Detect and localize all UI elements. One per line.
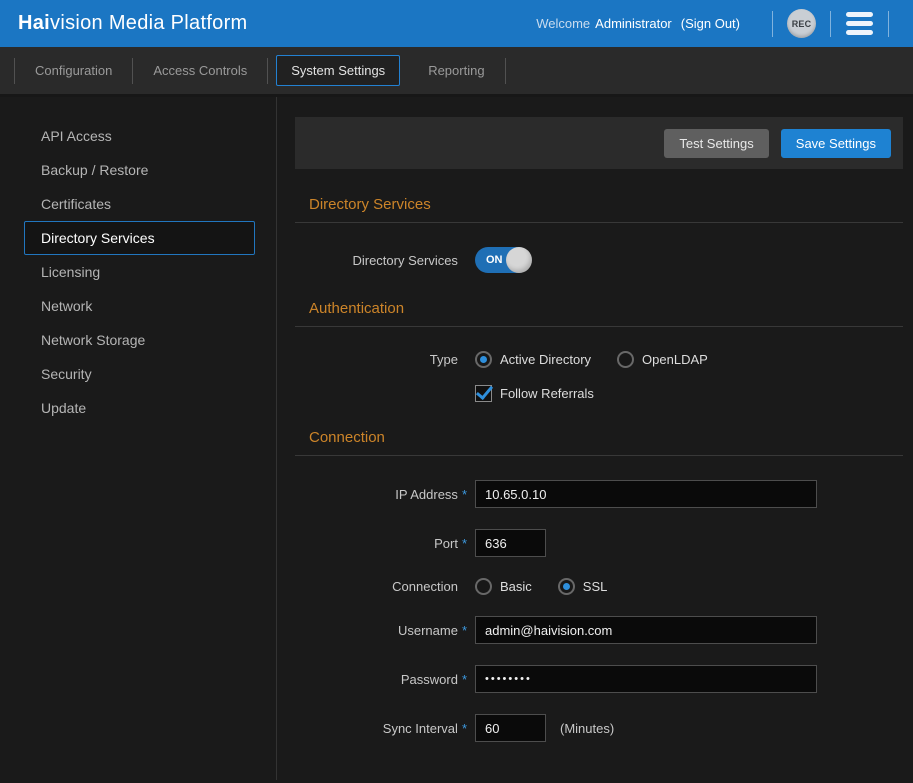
directory-services-toggle-label: Directory Services* [295, 253, 467, 268]
radio-basic[interactable]: Basic [475, 578, 532, 595]
connection-type-row: Connection* Basic SSL [295, 578, 903, 595]
section-title-connection: Connection [309, 429, 903, 446]
required-asterisk: * [462, 536, 467, 551]
directory-services-toggle[interactable]: ON [475, 247, 531, 273]
rec-badge[interactable]: REC [787, 9, 816, 38]
sidebar-item-api-access[interactable]: API Access [24, 119, 255, 153]
settings-main-panel: Test Settings Save Settings Directory Se… [277, 97, 913, 780]
radio-openldap[interactable]: OpenLDAP [617, 351, 708, 368]
logo-rest-text: vision Media Platform [50, 12, 247, 34]
sidebar-item-directory-services[interactable]: Directory Services [24, 221, 255, 255]
tab-access-controls[interactable]: Access Controls [133, 56, 267, 85]
save-settings-button[interactable]: Save Settings [781, 129, 891, 158]
connection-type-label: Connection* [295, 579, 467, 594]
toggle-knob [506, 247, 532, 273]
sidebar-item-network-storage[interactable]: Network Storage [24, 323, 255, 357]
checkbox-icon [475, 385, 492, 402]
password-row: Password* [295, 665, 903, 693]
section-title-authentication: Authentication [309, 300, 903, 317]
sidebar-item-licensing[interactable]: Licensing [24, 255, 255, 289]
ip-address-label: IP Address* [295, 487, 467, 502]
sync-interval-label: Sync Interval* [295, 721, 467, 736]
port-row: Port* [295, 529, 903, 557]
app-header: Haivision Media Platform Welcome Adminis… [0, 0, 913, 47]
port-input[interactable] [475, 529, 546, 557]
hamburger-menu-icon[interactable] [845, 9, 874, 38]
header-divider [888, 11, 889, 37]
hamburger-bar [846, 12, 873, 17]
sidebar-item-update[interactable]: Update [24, 391, 255, 425]
follow-referrals-row: Follow Referrals [295, 385, 903, 402]
welcome-label: Welcome [536, 16, 590, 31]
tab-divider [267, 58, 268, 84]
radio-icon [475, 578, 492, 595]
test-settings-button[interactable]: Test Settings [664, 129, 768, 158]
section-title-directory-services: Directory Services [309, 196, 903, 213]
ip-address-input[interactable] [475, 480, 817, 508]
username-label: Username* [295, 623, 467, 638]
radio-icon [617, 351, 634, 368]
section-divider [295, 455, 903, 456]
sync-interval-unit: (Minutes) [560, 721, 614, 736]
current-username: Administrator [595, 16, 672, 31]
password-label: Password* [295, 672, 467, 687]
radio-ssl[interactable]: SSL [558, 578, 608, 595]
tab-system-settings[interactable]: System Settings [276, 55, 400, 86]
port-label: Port* [295, 536, 467, 551]
username-row: Username* [295, 616, 903, 644]
welcome-area: Welcome Administrator (Sign Out) [536, 16, 740, 31]
hamburger-bar [846, 30, 873, 35]
required-asterisk: * [462, 721, 467, 736]
type-row: Type* Active Directory OpenLDAP [295, 351, 903, 368]
radio-icon [475, 351, 492, 368]
sidebar-item-network[interactable]: Network [24, 289, 255, 323]
username-input[interactable] [475, 616, 817, 644]
toggle-on-label: ON [486, 254, 503, 266]
sync-interval-row: Sync Interval* (Minutes) [295, 714, 903, 742]
sidebar-item-certificates[interactable]: Certificates [24, 187, 255, 221]
password-input[interactable] [475, 665, 817, 693]
follow-referrals-checkbox[interactable]: Follow Referrals [475, 385, 594, 402]
tab-reporting[interactable]: Reporting [408, 56, 504, 85]
header-divider [830, 11, 831, 37]
hamburger-bar [846, 21, 873, 26]
sync-interval-input[interactable] [475, 714, 546, 742]
directory-services-toggle-row: Directory Services* ON [295, 247, 903, 273]
content-area: API Access Backup / Restore Certificates… [0, 97, 913, 780]
required-asterisk: * [462, 623, 467, 638]
required-asterisk: * [462, 487, 467, 502]
section-divider [295, 222, 903, 223]
section-divider [295, 326, 903, 327]
header-divider [772, 11, 773, 37]
sidebar-item-security[interactable]: Security [24, 357, 255, 391]
radio-active-directory[interactable]: Active Directory [475, 351, 591, 368]
settings-sidebar: API Access Backup / Restore Certificates… [0, 97, 277, 780]
tab-configuration[interactable]: Configuration [15, 56, 132, 85]
ip-address-row: IP Address* [295, 480, 903, 508]
sidebar-item-backup-restore[interactable]: Backup / Restore [24, 153, 255, 187]
tab-divider [505, 58, 506, 84]
type-label: Type* [295, 352, 467, 367]
action-bar: Test Settings Save Settings [295, 117, 903, 169]
radio-icon [558, 578, 575, 595]
logo-bold-text: Hai [18, 12, 50, 34]
main-nav-tabs: Configuration Access Controls System Set… [0, 47, 913, 97]
required-asterisk: * [462, 672, 467, 687]
sign-out-link[interactable]: (Sign Out) [681, 16, 740, 31]
app-logo: Haivision Media Platform [18, 12, 248, 35]
